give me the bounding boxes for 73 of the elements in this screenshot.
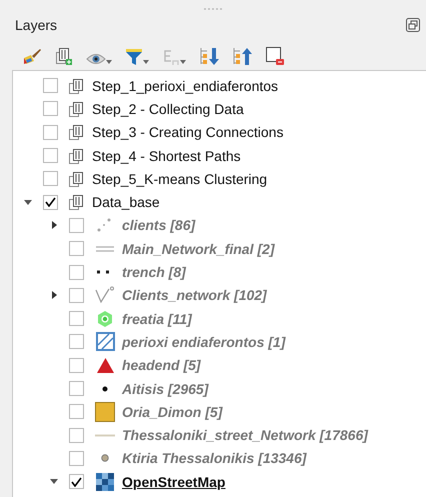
layer-checkbox[interactable] [69, 428, 84, 443]
group-name[interactable]: Step_5_K-means Clustering [92, 172, 268, 186]
remove-layer-icon [265, 46, 285, 66]
expand-arrow-icon[interactable] [52, 291, 56, 300]
layer-checkbox[interactable] [69, 381, 84, 396]
collapse-all-icon [232, 46, 252, 66]
style-brush-icon [22, 48, 42, 66]
square-icon [95, 402, 115, 422]
layer-checkbox[interactable] [69, 241, 84, 256]
visibility-eye-icon [86, 52, 106, 66]
layer-group-icon [68, 170, 86, 188]
layer-name[interactable]: Ktiria Thessalonikis [13346] [122, 451, 306, 466]
layer-name[interactable]: freatia [11] [122, 312, 192, 326]
caret-icon [143, 60, 149, 64]
expand-all-icon [199, 46, 219, 66]
checkmark-icon [71, 476, 82, 487]
group-name[interactable]: Step_4 - Shortest Paths [92, 148, 241, 163]
collapse-arrow-icon[interactable] [50, 479, 58, 484]
expression-icon [162, 48, 180, 66]
add-group-icon [55, 46, 73, 66]
layer-name[interactable]: headend [5] [122, 358, 201, 372]
collapse-arrow-icon[interactable] [24, 200, 32, 205]
panel-title: Layers [15, 16, 58, 35]
layer-name[interactable]: clients [86] [122, 218, 196, 232]
layer-group-icon [68, 100, 86, 118]
layer-group-icon [68, 76, 86, 95]
layer-checkbox[interactable] [69, 404, 84, 420]
layer-checkbox[interactable] [43, 194, 58, 210]
layer-checkbox[interactable] [69, 264, 84, 280]
layer-checkbox[interactable] [69, 218, 84, 233]
layer-group-icon [68, 193, 86, 212]
layer-checkbox[interactable] [43, 124, 58, 140]
checkmark-icon [45, 197, 56, 208]
caret-icon [180, 60, 186, 64]
layer-name[interactable]: Thessaloniki_street_Network [17866] [122, 428, 368, 442]
hexagon-icon [96, 310, 114, 328]
layer-checkbox[interactable] [69, 311, 84, 326]
triangle-icon [96, 356, 114, 374]
layer-checkbox[interactable] [69, 358, 84, 373]
layer-name[interactable]: Main_Network_final [2] [122, 242, 274, 256]
line-icon [95, 434, 115, 437]
float-panel-icon[interactable] [406, 18, 420, 32]
group-name[interactable]: Step_3 - Creating Connections [92, 125, 284, 140]
layer-checkbox[interactable] [43, 78, 58, 94]
hatched-square-icon [96, 332, 114, 352]
layer-name[interactable]: Aitisis [2965] [122, 382, 208, 396]
filter-icon [125, 48, 143, 66]
caret-icon [106, 60, 112, 64]
layer-checkbox[interactable] [69, 474, 84, 490]
double-line-icon [95, 244, 115, 253]
remove-layer-button[interactable] [263, 44, 287, 66]
line-network-icon [95, 286, 115, 304]
layer-checkbox[interactable] [43, 171, 58, 186]
layer-checkbox[interactable] [43, 101, 58, 116]
layer-name[interactable]: trench [8] [122, 265, 186, 280]
layer-name[interactable]: Clients_network [102] [122, 288, 267, 302]
layer-group-icon [68, 123, 86, 142]
drag-handle-icon[interactable] [203, 8, 223, 10]
layer-checkbox[interactable] [69, 334, 84, 350]
group-name[interactable]: Data_base [92, 195, 160, 210]
dot-icon [102, 386, 108, 392]
layer-name[interactable]: OpenStreetMap [122, 474, 226, 489]
raster-tiles-icon [96, 472, 114, 491]
layer-checkbox[interactable] [43, 148, 58, 164]
expand-arrow-icon[interactable] [52, 221, 56, 230]
group-name[interactable]: Step_2 - Collecting Data [92, 102, 244, 116]
circle-icon [101, 454, 109, 462]
layer-name[interactable]: Oria_Dimon [5] [122, 404, 222, 419]
layer-checkbox[interactable] [69, 288, 84, 303]
layer-group-icon [68, 146, 86, 165]
layer-name[interactable]: perioxi endiaferontos [1] [122, 334, 286, 349]
layer-checkbox[interactable] [69, 450, 84, 466]
group-name[interactable]: Step_1_perioxi_endiaferontos [92, 78, 278, 93]
